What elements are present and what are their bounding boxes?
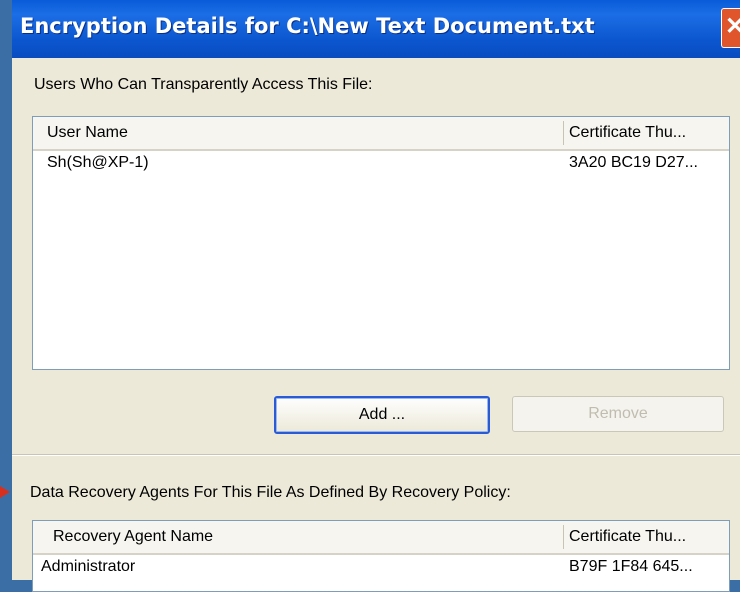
encryption-details-dialog: Encryption Details for C:\New Text Docum… — [12, 0, 740, 592]
recovery-list-header: Recovery Agent Name Certificate Thu... — [33, 521, 729, 555]
close-icon: ✕ — [725, 13, 740, 41]
column-header-user-name[interactable]: User Name — [47, 124, 128, 142]
column-separator[interactable] — [563, 121, 564, 145]
remove-button[interactable]: Remove — [512, 396, 724, 432]
list-item[interactable]: Administrator B79F 1F84 645... — [33, 555, 729, 581]
users-list[interactable]: User Name Certificate Thu... Sh(Sh@XP-1)… — [32, 116, 730, 370]
pointer-arrow-icon — [0, 486, 10, 498]
column-header-recovery-agent-name[interactable]: Recovery Agent Name — [53, 528, 213, 546]
column-header-certificate-thumbprint[interactable]: Certificate Thu... — [569, 528, 686, 546]
window-title: Encryption Details for C:\New Text Docum… — [20, 14, 595, 38]
column-separator[interactable] — [563, 525, 564, 549]
users-list-header: User Name Certificate Thu... — [33, 117, 729, 151]
recovery-section-label: Data Recovery Agents For This File As De… — [30, 484, 511, 501]
list-item[interactable]: Sh(Sh@XP-1) 3A20 BC19 D27... — [33, 151, 729, 177]
column-header-certificate-thumbprint[interactable]: Certificate Thu... — [569, 124, 686, 142]
certificate-thumbprint-cell: B79F 1F84 645... — [569, 558, 693, 575]
add-button[interactable]: Add ... — [274, 396, 490, 434]
certificate-thumbprint-cell: 3A20 BC19 D27... — [569, 154, 698, 171]
title-bar[interactable]: Encryption Details for C:\New Text Docum… — [12, 0, 740, 58]
recovery-agent-name-cell: Administrator — [41, 558, 136, 575]
users-section-label: Users Who Can Transparently Access This … — [34, 76, 373, 93]
section-divider — [12, 454, 740, 456]
close-button[interactable]: ✕ — [721, 8, 740, 48]
user-name-cell: Sh(Sh@XP-1) — [47, 154, 149, 171]
recovery-agents-list[interactable]: Recovery Agent Name Certificate Thu... A… — [32, 520, 730, 592]
